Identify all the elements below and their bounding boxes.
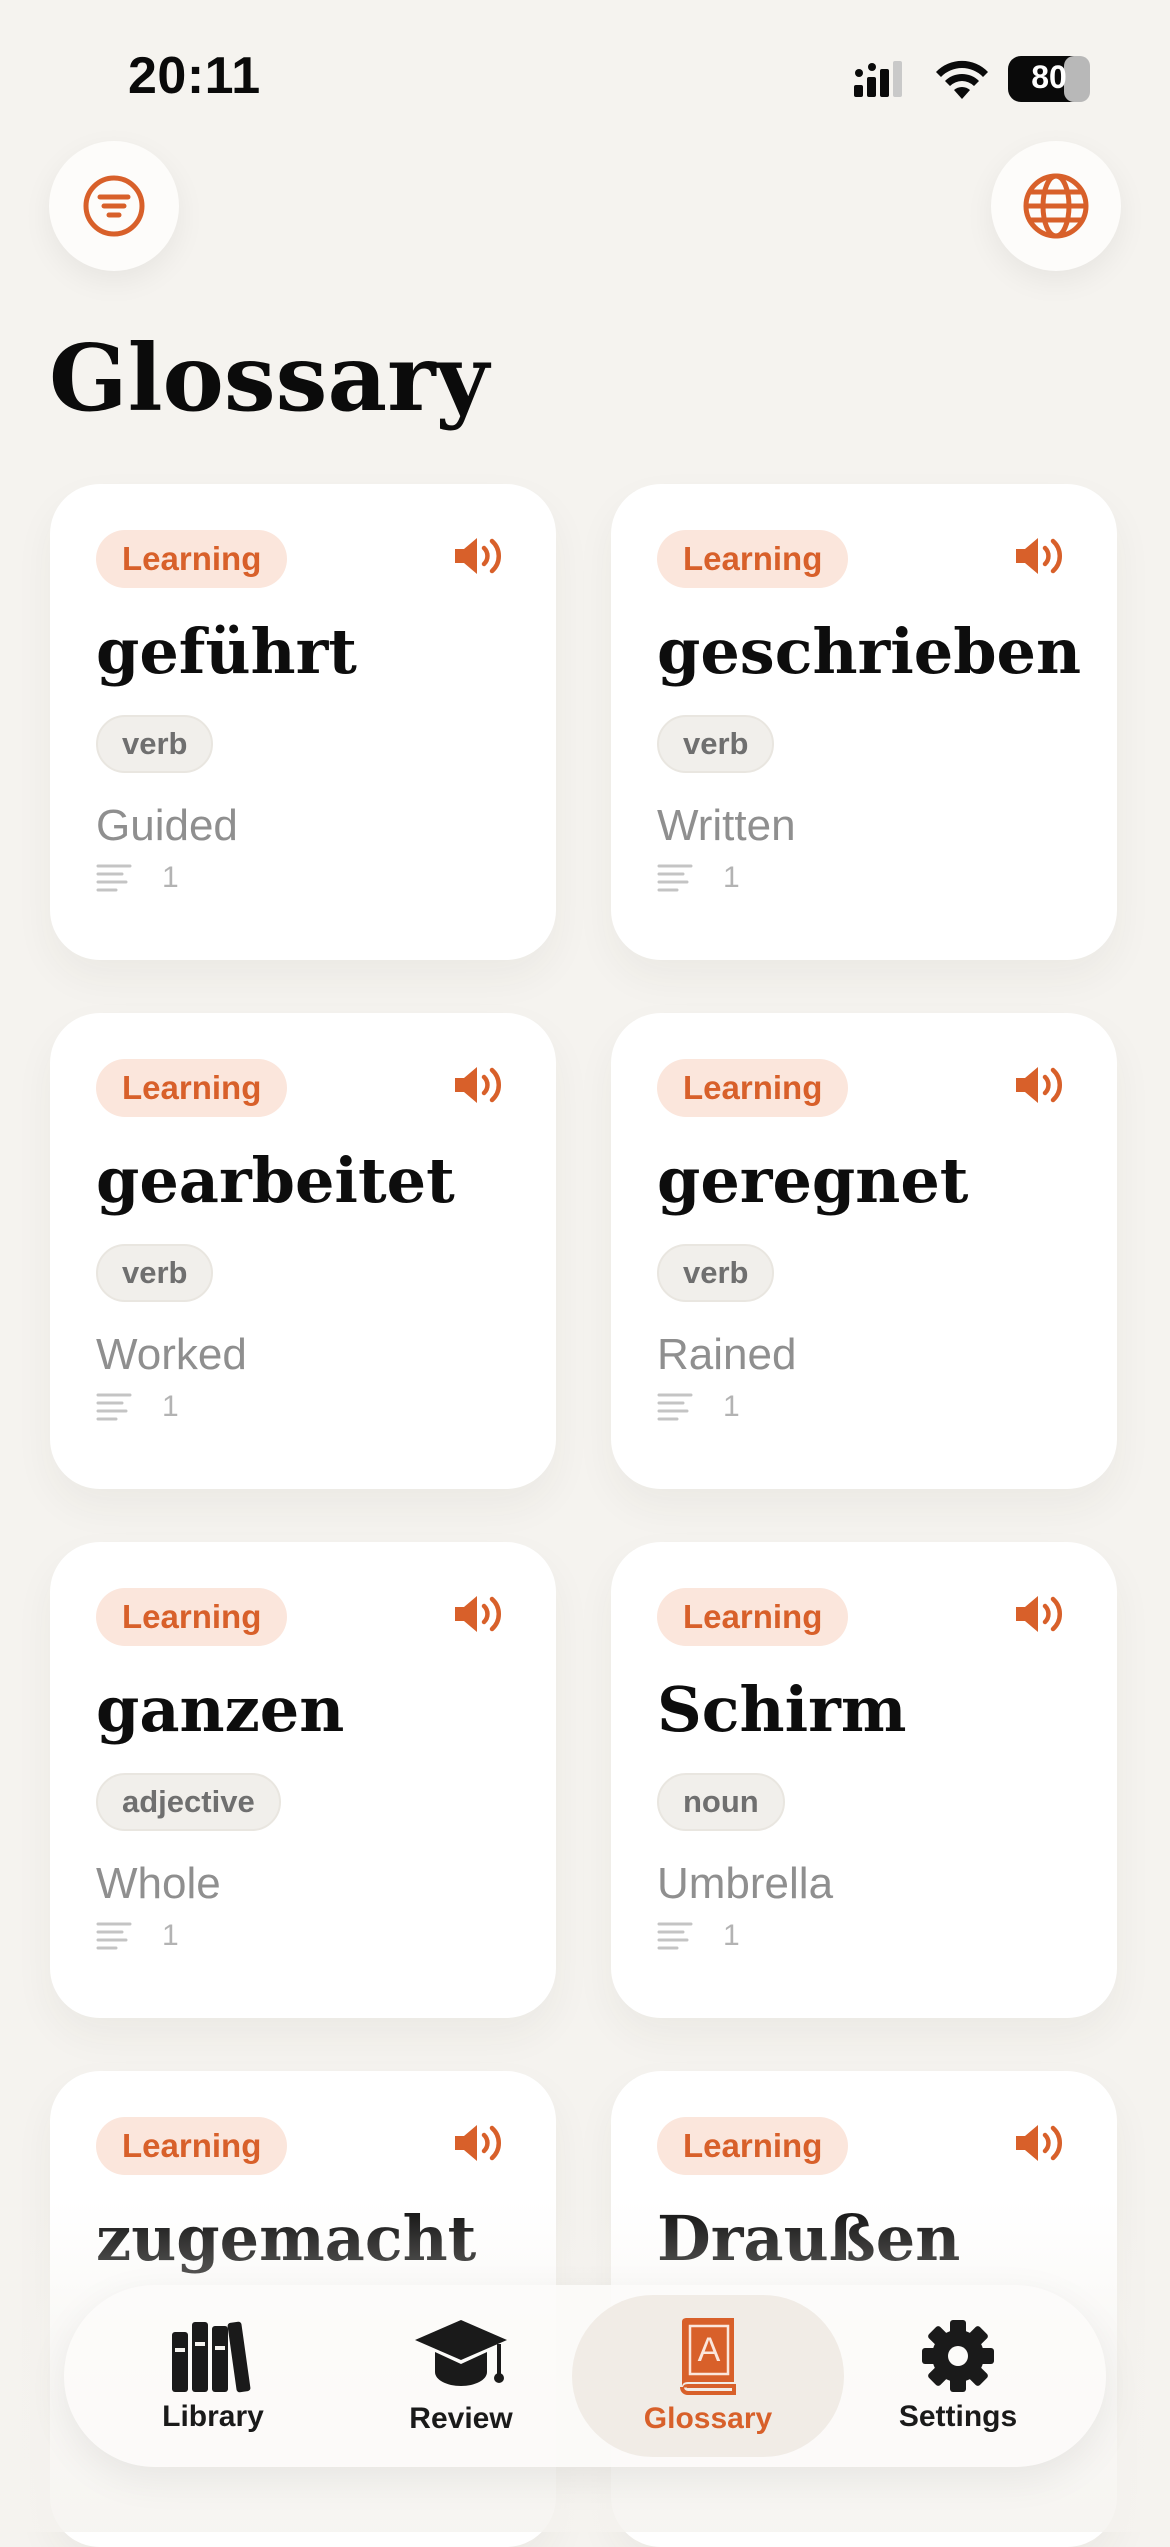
- text-lines-icon: [657, 864, 693, 892]
- reference-count-value: 1: [162, 1390, 179, 1423]
- glossary-card[interactable]: Learning gearbeitet verb Worked 1: [50, 1013, 556, 1489]
- glossary-card[interactable]: Learning geschrieben verb Written 1: [611, 484, 1117, 960]
- speaker-icon[interactable]: [452, 1592, 504, 1636]
- books-icon: [172, 2321, 251, 2393]
- word: Draußen: [657, 2202, 961, 2275]
- tab-glossary[interactable]: A Glossary: [572, 2295, 844, 2457]
- word: gearbeitet: [96, 1144, 455, 1217]
- graduation-cap-icon: [415, 2320, 507, 2386]
- reference-count: 1: [657, 1914, 740, 1958]
- tab-settings[interactable]: Settings: [833, 2295, 1083, 2457]
- tab-label: Review: [409, 2402, 513, 2435]
- status-badge: Learning: [96, 1588, 288, 1646]
- status-badge: Learning: [657, 1588, 849, 1646]
- speaker-icon[interactable]: [1013, 534, 1065, 578]
- status-badge: Learning: [96, 2117, 288, 2175]
- tab-library[interactable]: Library: [88, 2295, 338, 2457]
- word: geschrieben: [657, 615, 1082, 688]
- reference-count: 1: [657, 1385, 740, 1429]
- speaker-icon[interactable]: [1013, 2121, 1065, 2165]
- status-badge: Learning: [96, 1059, 288, 1117]
- reference-count-value: 1: [162, 1919, 179, 1952]
- reference-count: 1: [96, 856, 179, 900]
- part-of-speech-badge: verb: [96, 715, 214, 773]
- word: geführt: [96, 615, 357, 688]
- glossary-card[interactable]: Learning geregnet verb Rained 1: [611, 1013, 1117, 1489]
- translation: Guided: [96, 801, 238, 850]
- gear-icon: [922, 2320, 994, 2392]
- text-lines-icon: [96, 864, 132, 892]
- word: Schirm: [657, 1673, 907, 1746]
- tab-label: Settings: [898, 2400, 1018, 2433]
- text-lines-icon: [657, 1393, 693, 1421]
- speaker-icon[interactable]: [452, 2121, 504, 2165]
- translation: Whole: [96, 1859, 221, 1908]
- glossary-card[interactable]: Learning Schirm noun Umbrella 1: [611, 1542, 1117, 2018]
- part-of-speech-badge: verb: [96, 1244, 214, 1302]
- speaker-icon[interactable]: [1013, 1592, 1065, 1636]
- glossary-grid: Learning geführt verb Guided 1 Learning …: [0, 0, 1170, 2547]
- reference-count-value: 1: [723, 1390, 740, 1423]
- translation: Umbrella: [657, 1859, 834, 1908]
- tab-review[interactable]: Review: [336, 2295, 586, 2457]
- reference-count-value: 1: [723, 861, 740, 894]
- glossary-card[interactable]: Learning geführt verb Guided 1: [50, 484, 556, 960]
- part-of-speech-badge: verb: [657, 715, 775, 773]
- status-badge: Learning: [657, 2117, 849, 2175]
- translation: Worked: [96, 1330, 247, 1379]
- reference-count-value: 1: [723, 1919, 740, 1952]
- text-lines-icon: [96, 1922, 132, 1950]
- status-badge: Learning: [657, 530, 849, 588]
- status-badge: Learning: [657, 1059, 849, 1117]
- translation: Written: [657, 801, 796, 850]
- speaker-icon[interactable]: [452, 534, 504, 578]
- status-badge: Learning: [96, 530, 288, 588]
- reference-count: 1: [657, 856, 740, 900]
- word: ganzen: [96, 1673, 345, 1746]
- reference-count-value: 1: [162, 861, 179, 894]
- part-of-speech-badge: verb: [657, 1244, 775, 1302]
- reference-count: 1: [96, 1914, 179, 1958]
- tab-label: Glossary: [643, 2402, 773, 2435]
- part-of-speech-badge: noun: [657, 1773, 785, 1831]
- reference-count: 1: [96, 1385, 179, 1429]
- word: geregnet: [657, 1144, 969, 1217]
- word: zugemacht: [96, 2202, 477, 2275]
- dictionary-icon: A: [680, 2318, 736, 2395]
- glossary-card[interactable]: Learning ganzen adjective Whole 1: [50, 1542, 556, 2018]
- part-of-speech-badge: adjective: [96, 1773, 281, 1831]
- tab-label: Library: [162, 2400, 264, 2433]
- speaker-icon[interactable]: [1013, 1063, 1065, 1107]
- text-lines-icon: [96, 1393, 132, 1421]
- svg-text:A: A: [698, 2331, 721, 2369]
- text-lines-icon: [657, 1922, 693, 1950]
- speaker-icon[interactable]: [452, 1063, 504, 1107]
- tab-bar: Library Review A Glossary Settings: [64, 2285, 1106, 2467]
- translation: Rained: [657, 1330, 797, 1379]
